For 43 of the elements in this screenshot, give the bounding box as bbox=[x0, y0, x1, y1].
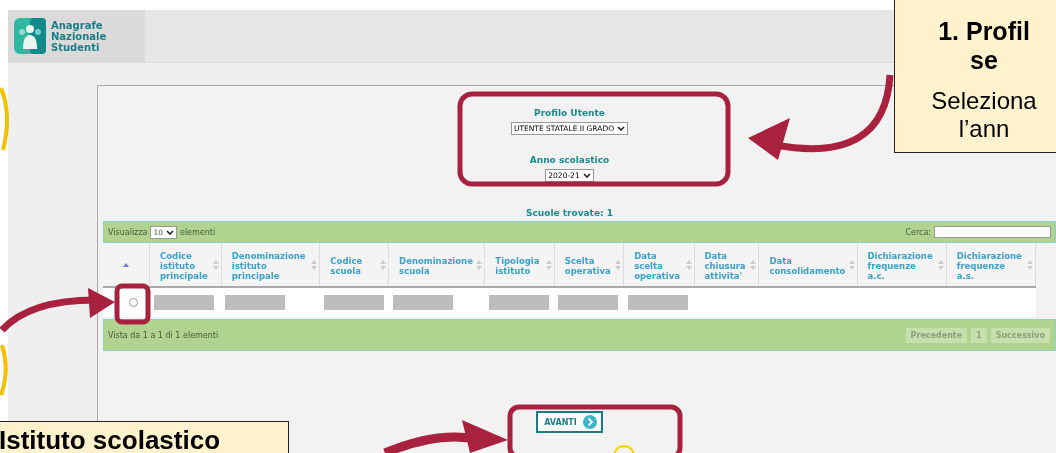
column-header[interactable]: Data chiusura attivita' bbox=[694, 243, 759, 287]
callout-title: Istituto scolastico bbox=[0, 426, 222, 453]
callout-title: se bbox=[969, 46, 999, 75]
table-info: Vista da 1 a 1 di 1 elementi bbox=[108, 330, 219, 340]
chevron-down-icon bbox=[165, 229, 174, 235]
column-header[interactable]: Data consolidamento bbox=[758, 243, 858, 287]
radio-button[interactable] bbox=[128, 298, 138, 307]
show-label: elementi bbox=[179, 227, 216, 237]
people-logo-icon bbox=[13, 17, 47, 55]
field-label: Anno scolastico bbox=[529, 155, 610, 165]
chevron-down-icon bbox=[617, 126, 626, 131]
redacted-block bbox=[323, 295, 384, 310]
redacted-block bbox=[225, 295, 286, 310]
curved-line bbox=[0, 87, 9, 151]
logo-text: Anagrafe Nazionale Studenti bbox=[51, 19, 108, 53]
column-header[interactable]: Denominazione istituto principale bbox=[221, 243, 320, 287]
callout-text: l’ann bbox=[957, 115, 1011, 143]
results-count: Scuole trovate: 1 bbox=[526, 208, 613, 218]
search-label: Cerca: bbox=[905, 227, 931, 237]
column-header[interactable] bbox=[103, 243, 150, 287]
redacted-block bbox=[153, 295, 214, 310]
column-header[interactable]: Data scelta operativa bbox=[623, 243, 694, 287]
column-header[interactable]: Dichiarazione frequenze a.s. bbox=[946, 243, 1036, 287]
column-header[interactable]: Denominazione scuola bbox=[388, 243, 485, 287]
show-label: Visualizza bbox=[108, 227, 148, 237]
column-header[interactable]: Dichiarazione frequenze a.c. bbox=[857, 243, 947, 287]
callout-text: Seleziona bbox=[930, 87, 1038, 115]
next-button[interactable]: AVANTI bbox=[536, 411, 603, 433]
field-label: Profilo Utente bbox=[534, 108, 605, 118]
callout-title: 1. Profil bbox=[937, 17, 1031, 46]
redacted-block bbox=[627, 295, 688, 310]
column-header[interactable]: Codice scuola bbox=[319, 243, 389, 287]
chevron-right-icon bbox=[582, 415, 597, 429]
chevron-down-icon bbox=[582, 173, 591, 178]
column-header[interactable]: Codice istituto principale bbox=[149, 243, 222, 287]
redacted-block bbox=[488, 295, 549, 310]
column-header[interactable]: Scelta operativa bbox=[554, 243, 624, 287]
redacted-block bbox=[558, 295, 619, 310]
column-header[interactable]: Tipologia istituto bbox=[484, 243, 555, 287]
search-field[interactable] bbox=[934, 226, 1051, 238]
curved-line bbox=[0, 344, 8, 396]
highlight-frame bbox=[114, 283, 151, 325]
redacted-block bbox=[392, 295, 453, 310]
